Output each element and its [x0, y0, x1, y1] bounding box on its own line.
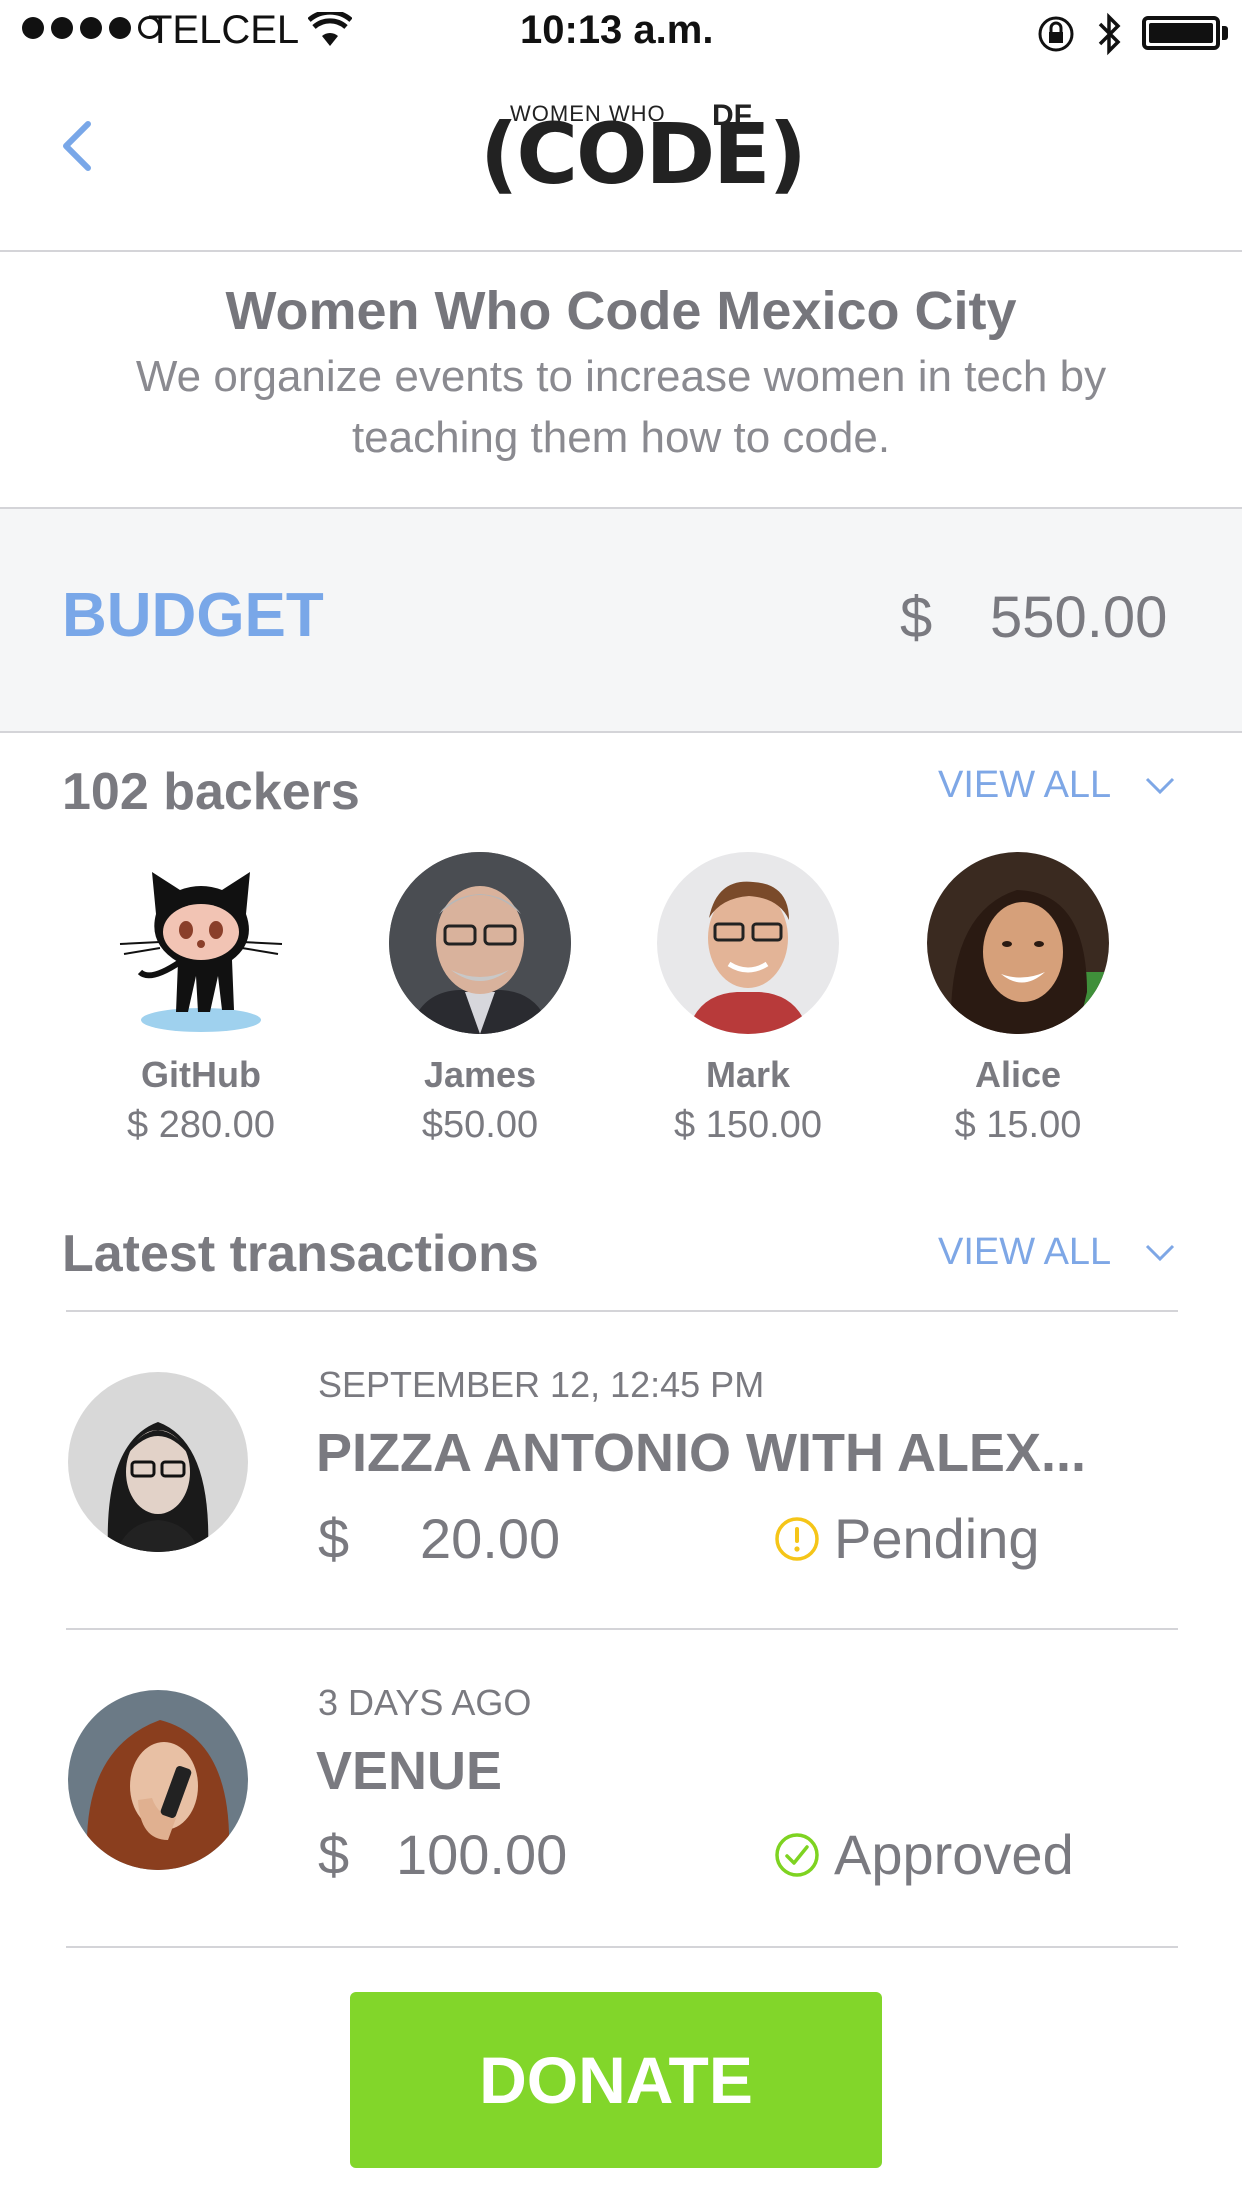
transaction-row[interactable]: SEPTEMBER 12, 12:45 PM PIZZA ANTONIO WIT… — [66, 1312, 1178, 1628]
view-all-label: VIEW ALL — [938, 1231, 1112, 1273]
backer-alice[interactable]: Alice $ 15.00 — [908, 852, 1128, 1147]
transaction-avatar — [68, 1690, 248, 1870]
rotation-lock-icon — [1038, 16, 1074, 52]
status-bar: TELCEL 10:13 a.m. — [0, 0, 1242, 64]
battery-icon — [1142, 16, 1220, 50]
backer-amount: $ 280.00 — [127, 1104, 275, 1146]
avatar-james — [389, 852, 571, 1034]
budget-amount: 550.00 — [990, 585, 1168, 650]
backer-mark[interactable]: Mark $ 150.00 — [638, 852, 858, 1147]
chevron-down-icon — [1146, 777, 1175, 794]
status-label: Pending — [834, 1507, 1040, 1570]
back-chevron-icon[interactable] — [58, 118, 98, 174]
donate-button[interactable]: DONATE — [350, 1992, 882, 2168]
transaction-amount: 100.00 — [396, 1823, 568, 1886]
backer-github[interactable]: GitHub $ 280.00 — [91, 852, 311, 1147]
backer-name: Mark — [705, 1054, 791, 1095]
transaction-status: Pending — [774, 1506, 1040, 1571]
avatar-mark — [657, 852, 839, 1034]
backer-amount: $ 150.00 — [674, 1104, 822, 1146]
nav-divider — [0, 250, 1242, 252]
transaction-amount: 20.00 — [420, 1507, 561, 1570]
organization-description: We organize events to increase women in … — [135, 352, 1107, 462]
transaction-title: VENUE — [316, 1741, 503, 1801]
transaction-currency: $ — [318, 1507, 350, 1570]
carrier-name: TELCEL — [148, 8, 300, 52]
status-label: Approved — [834, 1823, 1074, 1886]
women-who-code-logo: WOMEN WHO (CODE) DF — [480, 99, 807, 203]
chevron-down-icon — [1146, 1244, 1175, 1261]
backer-amount: $50.00 — [421, 1104, 539, 1146]
budget-currency: $ — [900, 585, 933, 650]
transaction-date: SEPTEMBER 12, 12:45 PM — [318, 1364, 765, 1405]
backers-count: 102 backers — [62, 763, 360, 821]
transactions-title: Latest transactions — [62, 1225, 539, 1283]
backers-view-all-button[interactable]: VIEW ALL — [938, 764, 1175, 807]
backer-name: GitHub — [141, 1054, 261, 1095]
organization-title: Women Who Code Mexico City — [225, 281, 1017, 341]
check-circle-icon — [775, 1832, 819, 1877]
github-octocat-icon — [110, 852, 292, 1034]
status-time: 10:13 a.m. — [520, 8, 714, 52]
backer-james[interactable]: James $50.00 — [370, 852, 590, 1147]
transaction-status: Approved — [774, 1822, 1074, 1887]
transactions-view-all-button[interactable]: VIEW ALL — [938, 1231, 1175, 1274]
transaction-title: PIZZA ANTONIO WITH ALEX... — [316, 1423, 1086, 1483]
transaction-avatar — [68, 1372, 248, 1552]
backer-name: Alice — [974, 1054, 1062, 1095]
bluetooth-icon — [1098, 12, 1121, 56]
budget-label: BUDGET — [62, 581, 324, 650]
transaction-divider — [66, 1946, 1178, 1948]
wifi-icon — [308, 12, 352, 46]
backer-amount: $ 15.00 — [954, 1104, 1082, 1146]
view-all-label: VIEW ALL — [938, 764, 1112, 806]
battery-cap — [1222, 26, 1228, 40]
avatar-alice — [927, 852, 1109, 1034]
transaction-date: 3 DAYS AGO — [318, 1682, 532, 1723]
transaction-row[interactable]: 3 DAYS AGO VENUE $ 100.00 Approved — [66, 1630, 1178, 1946]
signal-strength-icon — [22, 16, 161, 39]
transaction-currency: $ — [318, 1823, 350, 1886]
backer-name: James — [423, 1054, 537, 1095]
warning-icon — [775, 1516, 819, 1561]
